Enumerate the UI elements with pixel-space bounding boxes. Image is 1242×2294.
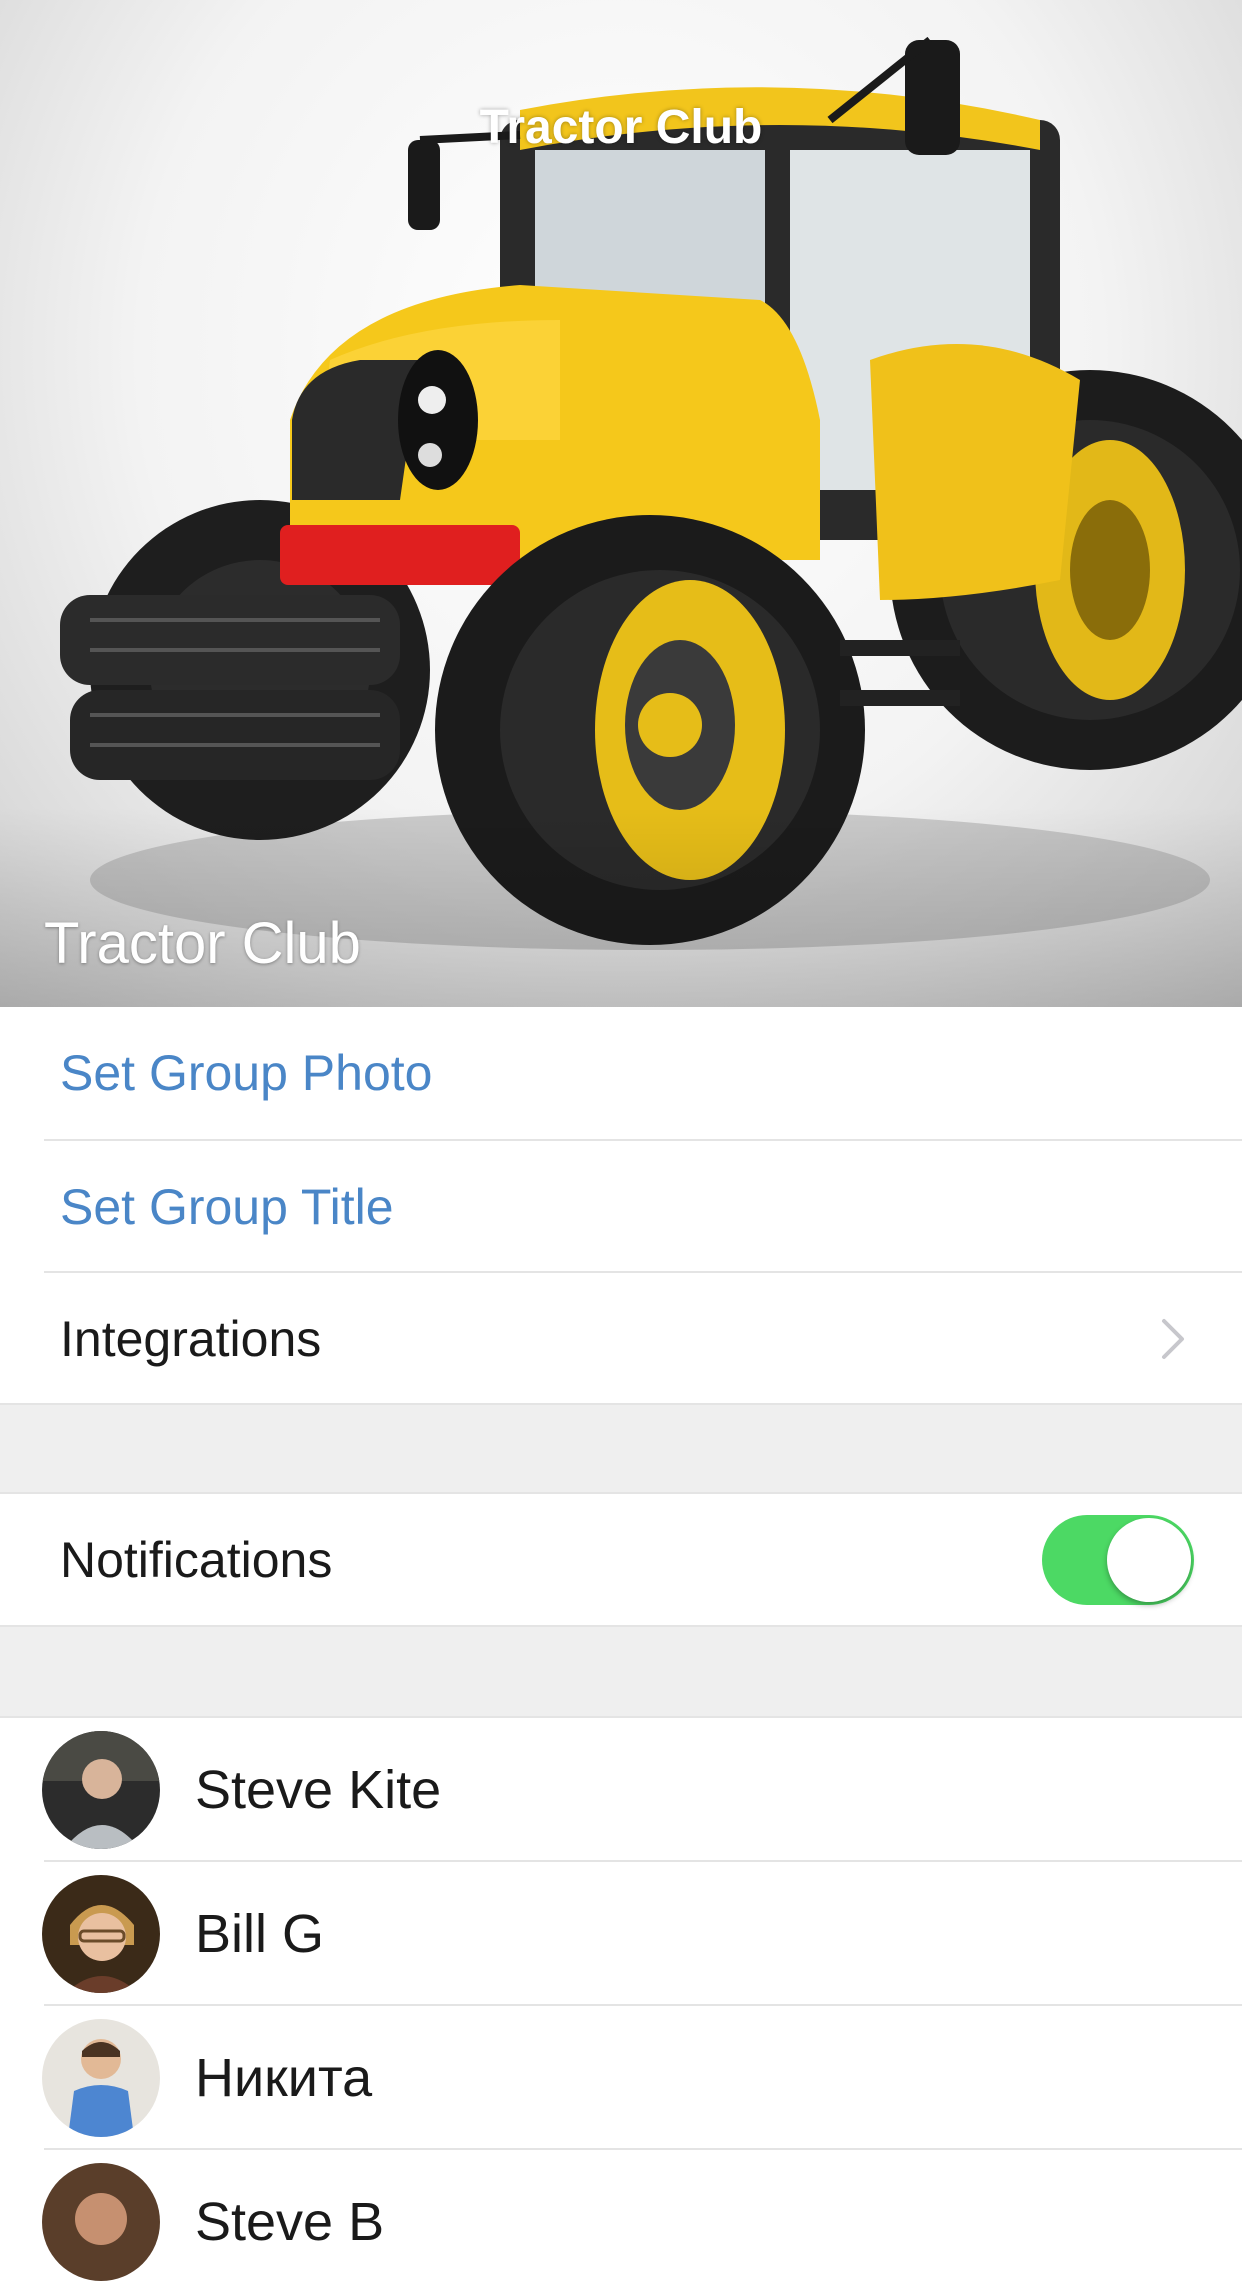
set-group-photo-label: Set Group Photo bbox=[60, 1045, 433, 1101]
avatar bbox=[42, 1875, 160, 1993]
member-row[interactable]: Steve Kite bbox=[0, 1718, 1242, 1862]
notifications-row: Notifications bbox=[0, 1494, 1242, 1626]
group-title: Tractor Club bbox=[44, 911, 361, 976]
member-name: Bill G bbox=[195, 1904, 325, 1964]
group-photo[interactable]: Tractor Club Tractor Club bbox=[0, 0, 1242, 1007]
integrations-row[interactable]: Integrations bbox=[0, 1273, 1242, 1405]
section-gap bbox=[0, 1626, 1242, 1716]
member-name: Steve Kite bbox=[195, 1760, 442, 1820]
photo-gradient bbox=[0, 807, 1242, 1007]
divider bbox=[0, 1403, 1242, 1405]
set-group-title-label: Set Group Title bbox=[60, 1179, 394, 1235]
set-group-photo-row[interactable]: Set Group Photo bbox=[0, 1007, 1242, 1139]
avatar bbox=[42, 2019, 160, 2137]
set-group-title-row[interactable]: Set Group Title bbox=[0, 1141, 1242, 1273]
avatar bbox=[42, 1731, 160, 1849]
integrations-label: Integrations bbox=[60, 1311, 322, 1367]
member-row[interactable]: Никита bbox=[0, 2006, 1242, 2150]
member-row[interactable]: Bill G bbox=[0, 1862, 1242, 2006]
section-gap bbox=[0, 1403, 1242, 1493]
notifications-toggle[interactable] bbox=[1042, 1515, 1194, 1605]
navigation-title: Tractor Club bbox=[479, 101, 763, 154]
toggle-knob bbox=[1107, 1518, 1191, 1602]
notifications-label: Notifications bbox=[60, 1532, 333, 1588]
member-name: Никита bbox=[195, 2048, 373, 2108]
chevron-right-icon bbox=[1162, 1319, 1184, 1359]
divider bbox=[0, 1625, 1242, 1627]
avatar bbox=[42, 2163, 160, 2281]
member-row[interactable]: Steve B bbox=[0, 2150, 1242, 2294]
member-name: Steve B bbox=[195, 2192, 385, 2252]
